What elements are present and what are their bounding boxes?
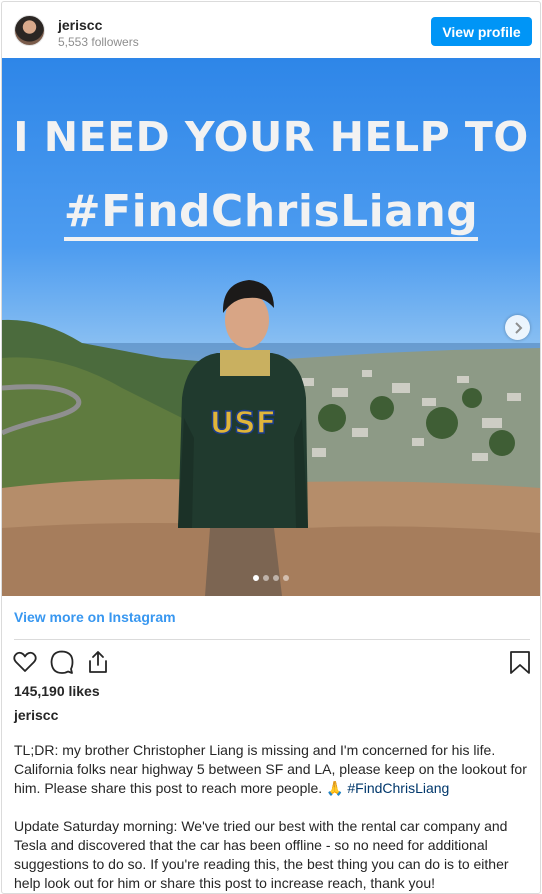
caption-text: TL;DR: my brother Christopher Liang is m… <box>14 741 534 893</box>
instagram-embed-card: jeriscc 5,553 followers View profile USF… <box>1 1 541 894</box>
carousel-dot[interactable] <box>283 575 289 581</box>
headline-line1: I NEED YOUR HELP TO <box>13 113 529 161</box>
caption-username[interactable]: jeriscc <box>14 707 58 723</box>
svg-text:USF: USF <box>210 406 276 441</box>
caption-paragraph: TL;DR: my brother Christopher Liang is m… <box>14 742 527 796</box>
chevron-right-icon <box>514 321 522 334</box>
hashtag-link[interactable]: #FindChrisLiang <box>347 780 449 796</box>
headline-hashtag: #FindChrisLiang <box>2 186 540 241</box>
carousel-dot[interactable] <box>253 575 259 581</box>
carousel-dots <box>2 575 540 581</box>
caption-update-paragraph: Update Saturday morning: We've tried our… <box>14 818 509 891</box>
follower-count: 5,553 followers <box>58 35 139 49</box>
view-more-link[interactable]: View more on Instagram <box>14 609 176 625</box>
carousel-dot[interactable] <box>273 575 279 581</box>
bookmark-icon[interactable] <box>507 649 533 675</box>
divider <box>14 639 530 640</box>
carousel-dot[interactable] <box>263 575 269 581</box>
avatar[interactable] <box>14 15 45 46</box>
action-bar <box>2 647 540 679</box>
header-username[interactable]: jeriscc <box>58 17 102 33</box>
comment-icon[interactable] <box>49 649 75 675</box>
post-header: jeriscc 5,553 followers View profile <box>2 2 540 58</box>
view-profile-button[interactable]: View profile <box>431 17 532 46</box>
carousel-next-button[interactable] <box>505 315 530 340</box>
like-count[interactable]: 145,190 likes <box>14 683 100 699</box>
pray-emoji: 🙏 <box>326 780 344 796</box>
post-image[interactable]: USF I NEED YOUR HELP TO #FindChrisLiang <box>2 58 540 596</box>
share-icon[interactable] <box>85 649 111 675</box>
heart-icon[interactable] <box>12 649 38 675</box>
